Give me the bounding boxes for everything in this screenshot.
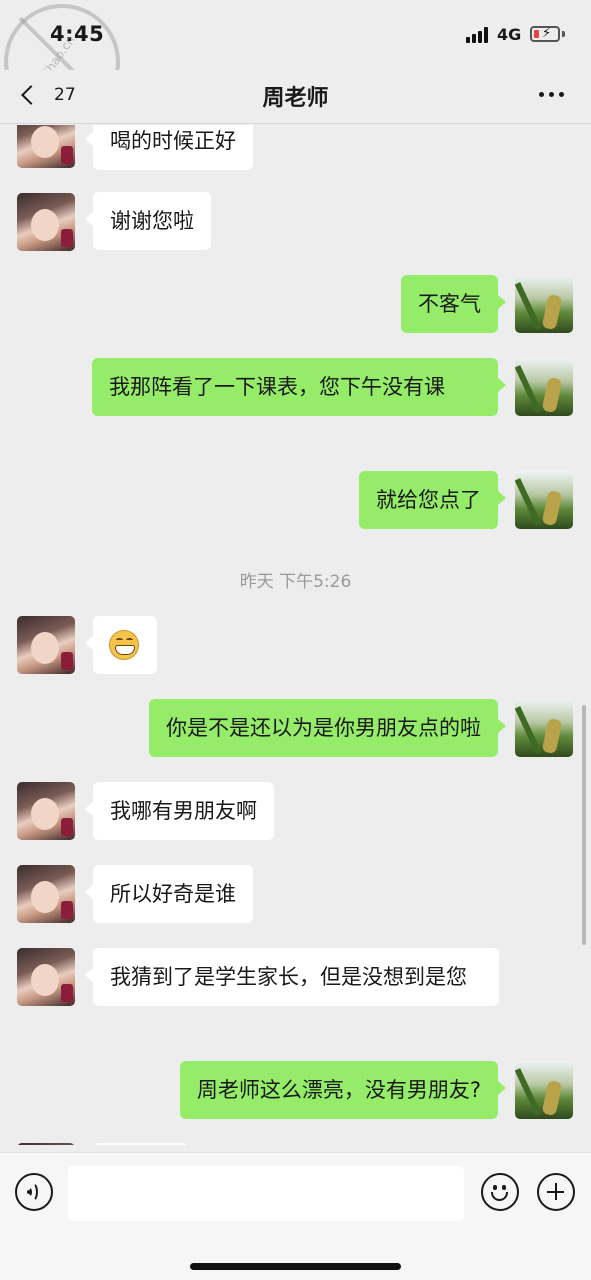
chat-screen: 4:45 4G ⚡ haihao.cn 27 周老师 喝的时候正好 谢谢您啦 不… xyxy=(0,0,591,1280)
more-options-button[interactable] xyxy=(537,82,567,106)
message-bubble-received[interactable] xyxy=(85,616,157,674)
contact-avatar[interactable] xyxy=(17,1143,75,1145)
contact-avatar[interactable] xyxy=(17,782,75,840)
message-bubble-sent[interactable]: 就给您点了 xyxy=(359,471,506,529)
scroll-indicator[interactable] xyxy=(582,705,586,945)
message-input[interactable] xyxy=(68,1166,464,1221)
signal-icon xyxy=(466,27,488,43)
message-bubble-sent[interactable]: 我那阵看了一下课表，您下午没有课 xyxy=(92,358,506,416)
message-bubble-received[interactable] xyxy=(93,1143,188,1145)
chat-title: 周老师 xyxy=(262,86,329,111)
contact-avatar[interactable] xyxy=(17,948,75,1006)
message-bubble-received[interactable]: 我哪有男朋友啊 xyxy=(85,782,274,840)
message-bubble-sent[interactable]: 你是不是还以为是你男朋友点的啦 xyxy=(149,699,506,757)
voice-input-button[interactable] xyxy=(15,1173,53,1211)
message-bubble-sent[interactable]: 周老师这么漂亮，没有男朋友? xyxy=(179,1061,507,1119)
message-list[interactable]: 喝的时候正好 谢谢您啦 不客气 我那阵看了一下课表，您下午没有课 就给您点了 昨… xyxy=(0,125,591,1145)
smiley-icon xyxy=(493,1185,497,1190)
my-avatar[interactable] xyxy=(515,358,573,416)
input-bar xyxy=(0,1152,591,1280)
battery-icon: ⚡ xyxy=(530,26,560,42)
my-avatar[interactable] xyxy=(515,699,573,757)
contact-avatar[interactable] xyxy=(17,125,75,168)
timestamp: 昨天 下午5:26 xyxy=(239,572,352,592)
message-bubble-sent[interactable]: 不客气 xyxy=(401,275,506,333)
network-type: 4G xyxy=(497,25,522,44)
more-functions-button[interactable] xyxy=(537,1173,575,1211)
my-avatar[interactable] xyxy=(515,471,573,529)
message-bubble-received[interactable]: 谢谢您啦 xyxy=(85,192,211,250)
contact-avatar[interactable] xyxy=(17,865,75,923)
nav-bar: 27 周老师 xyxy=(0,70,591,124)
message-bubble-received[interactable]: 所以好奇是谁 xyxy=(85,865,253,923)
contact-avatar[interactable] xyxy=(17,193,75,251)
grinning-face-icon xyxy=(109,630,139,660)
charging-bolt-icon: ⚡ xyxy=(542,26,552,41)
my-avatar[interactable] xyxy=(515,1061,573,1119)
home-indicator[interactable] xyxy=(190,1263,401,1270)
my-avatar[interactable] xyxy=(515,275,573,333)
contact-avatar[interactable] xyxy=(17,616,75,674)
emoji-button[interactable] xyxy=(481,1173,519,1211)
message-bubble-received[interactable]: 喝的时候正好 xyxy=(85,125,253,170)
message-bubble-received[interactable]: 我猜到了是学生家长，但是没想到是您 xyxy=(85,948,499,1006)
battery-cap xyxy=(562,31,565,37)
